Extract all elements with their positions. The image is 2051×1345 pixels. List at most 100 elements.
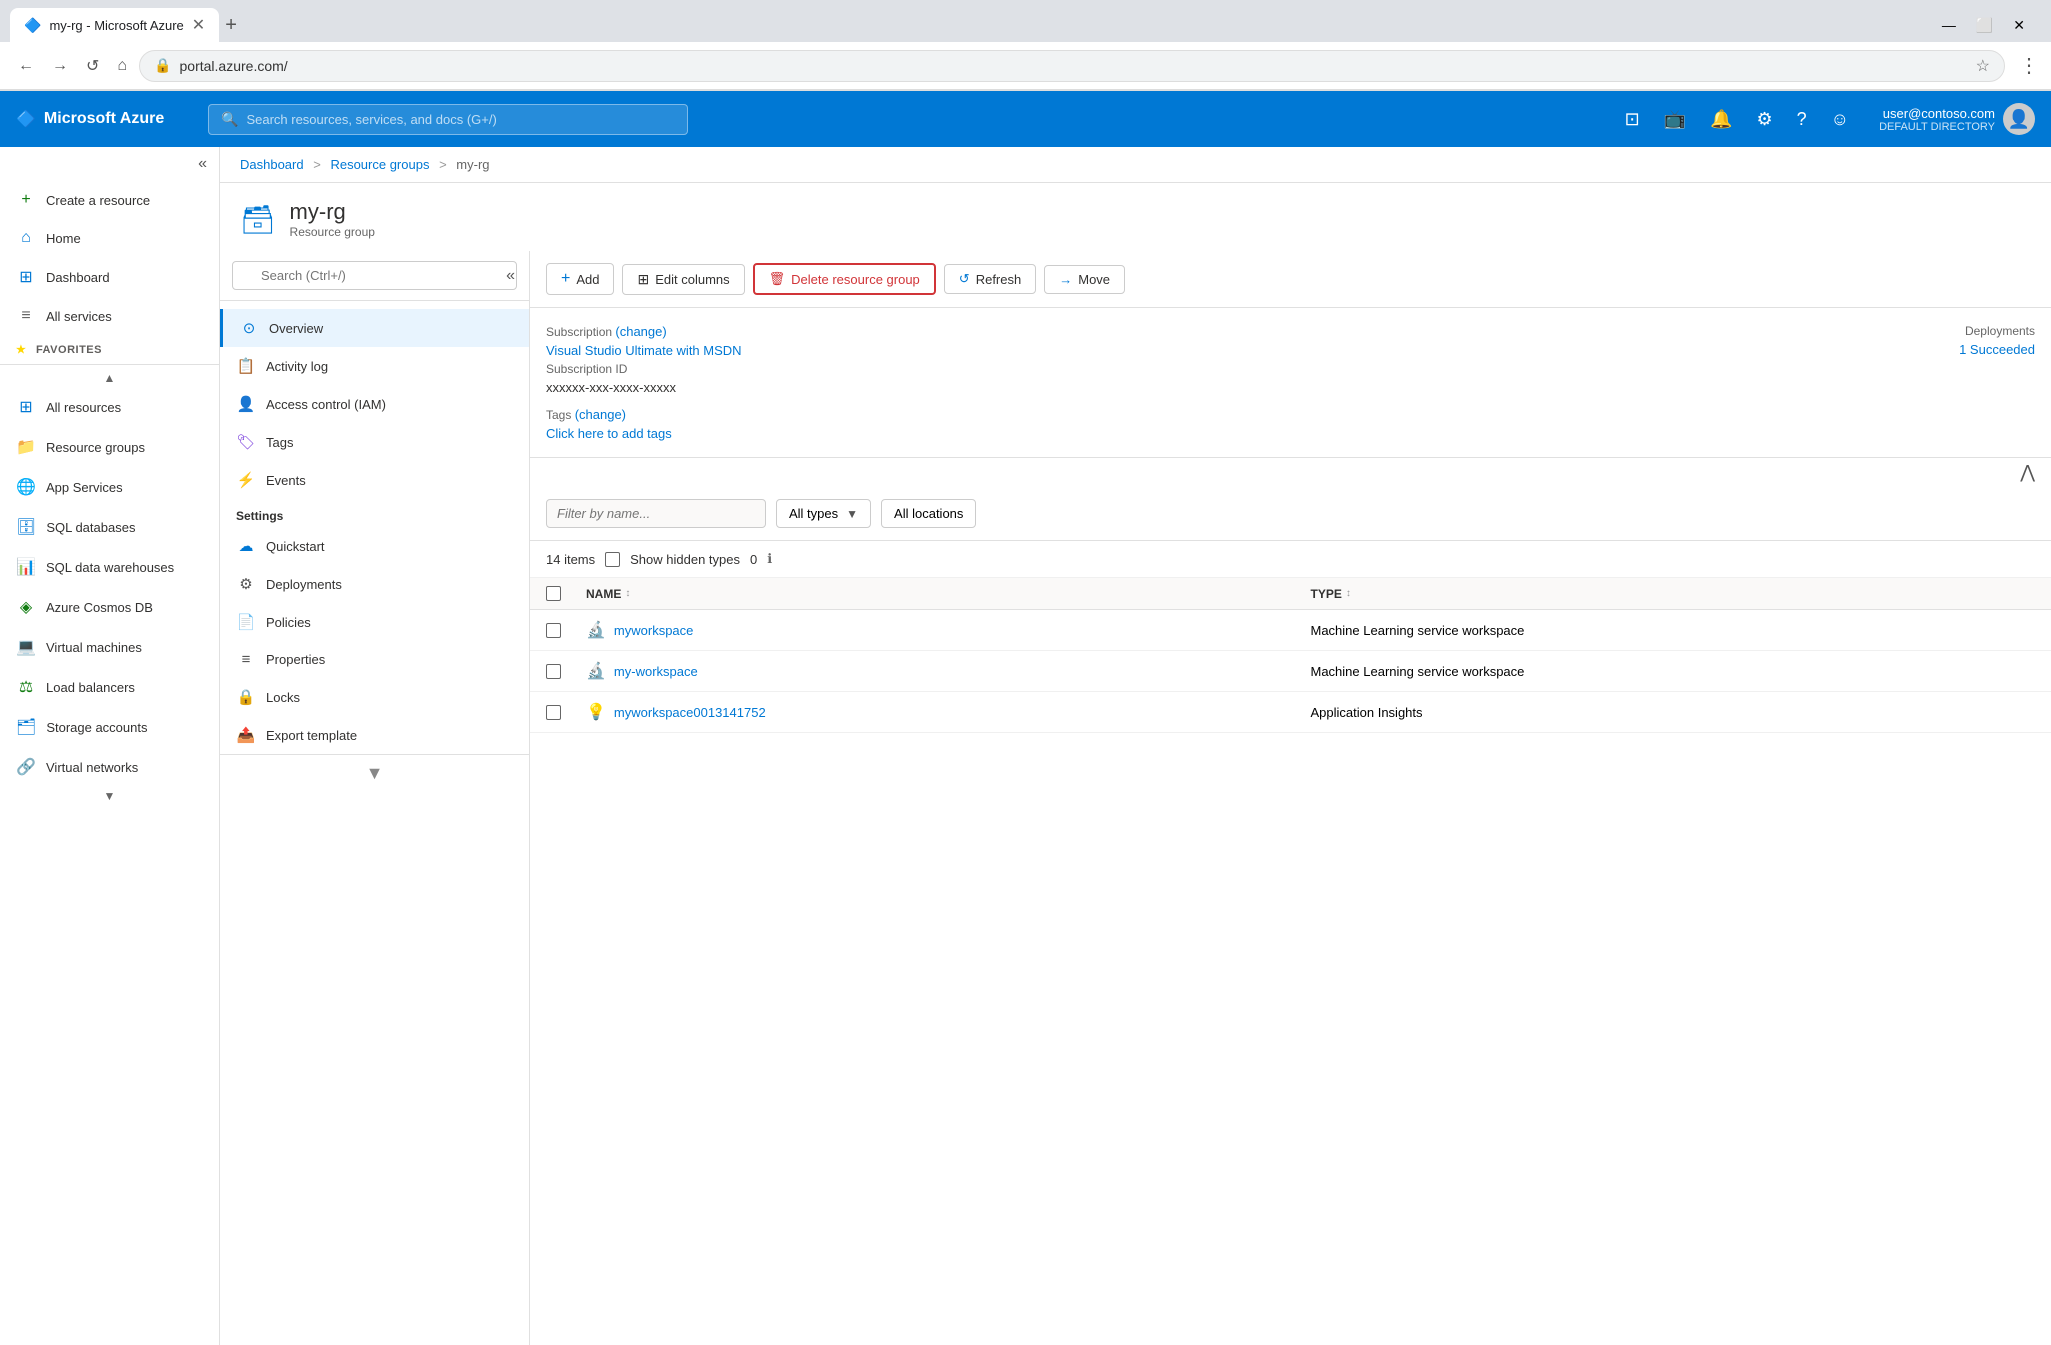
azure-brand-name: Microsoft Azure <box>44 110 164 128</box>
cloud-shell-button[interactable]: ⊡ <box>1615 103 1650 136</box>
add-button[interactable]: + Add <box>546 263 614 295</box>
nav-search-input[interactable] <box>232 261 517 290</box>
azure-avatar[interactable]: 👤 <box>2003 103 2035 135</box>
edit-columns-button[interactable]: ⊞ Edit columns <box>622 264 744 295</box>
sidebar-scroll-up[interactable]: ▲ <box>0 369 219 387</box>
browser-menu-button[interactable]: ⋮ <box>2019 53 2039 78</box>
azure-topbar: 🔷 Microsoft Azure 🔍 ⊡ 📺 🔔 ⚙ ? ☺ user@con… <box>0 91 2051 147</box>
window-minimize-button[interactable]: — <box>1934 13 1964 37</box>
nav-item-locks[interactable]: 🔒 Locks <box>220 678 529 716</box>
sidebar-item-all-resources[interactable]: ⊞ All resources <box>0 387 219 427</box>
nav-item-deployments-label: Deployments <box>266 577 342 592</box>
sidebar-sql-databases-label: SQL databases <box>46 520 135 535</box>
nav-item-policies[interactable]: 📄 Policies <box>220 603 529 641</box>
notifications-button[interactable]: 🔔 <box>1700 103 1742 136</box>
refresh-button[interactable]: ↺ Refresh <box>944 264 1036 294</box>
delete-resource-group-button[interactable]: 🗑 Delete resource group <box>753 263 936 295</box>
window-close-button[interactable]: ✕ <box>2005 13 2033 38</box>
nav-item-access-control[interactable]: 👤 Access control (IAM) <box>220 385 529 423</box>
window-maximize-button[interactable]: ⬜ <box>1968 13 2001 38</box>
nav-item-activity-log-label: Activity log <box>266 359 328 374</box>
breadcrumb-resource-groups[interactable]: Resource groups <box>330 157 429 172</box>
nav-item-events[interactable]: ⚡ Events <box>220 461 529 499</box>
show-hidden-checkbox[interactable] <box>605 552 620 567</box>
sidebar-scroll-down[interactable]: ▼ <box>0 787 219 805</box>
sidebar-item-sql-data-warehouses[interactable]: 📊 SQL data warehouses <box>0 547 219 587</box>
sidebar-item-load-balancers[interactable]: ⚖ Load balancers <box>0 667 219 707</box>
forward-button[interactable]: → <box>46 53 74 79</box>
new-tab-button[interactable]: + <box>225 14 237 37</box>
nav-item-overview[interactable]: ⊙ Overview <box>220 309 529 347</box>
azure-logo[interactable]: 🔷 Microsoft Azure <box>16 109 196 129</box>
azure-user-profile[interactable]: user@contoso.com DEFAULT DIRECTORY 👤 <box>1879 103 2035 135</box>
sidebar-item-virtual-machines[interactable]: 💻 Virtual machines <box>0 627 219 667</box>
filter-name-input[interactable] <box>546 499 766 528</box>
nav-item-export-template[interactable]: 📤 Export template <box>220 716 529 754</box>
deployments-value-link[interactable]: 1 Succeeded <box>1295 342 2036 357</box>
nav-panel-collapse-button[interactable]: « <box>502 265 519 287</box>
nav-item-quickstart[interactable]: ☁ Quickstart <box>220 527 529 565</box>
cosmos-db-icon: ◈ <box>16 597 36 617</box>
nav-item-properties[interactable]: ≡ Properties <box>220 641 529 678</box>
deployments-section: Deployments 1 Succeeded <box>1295 324 2036 441</box>
sidebar-item-create-resource[interactable]: + Create a resource <box>0 181 219 219</box>
azure-search-bar[interactable]: 🔍 <box>208 104 688 135</box>
sidebar: « + Create a resource ⌂ Home ⊞ Dashboard… <box>0 147 220 1345</box>
sidebar-item-sql-databases[interactable]: 🗄 SQL databases <box>0 507 219 547</box>
nav-scroll-down-button[interactable]: ▼ <box>220 754 529 792</box>
help-button[interactable]: ? <box>1787 103 1817 136</box>
nav-item-activity-log[interactable]: 📋 Activity log <box>220 347 529 385</box>
move-button[interactable]: → Move <box>1044 265 1125 294</box>
sidebar-item-cosmos-db[interactable]: ◈ Azure Cosmos DB <box>0 587 219 627</box>
nav-item-tags[interactable]: 🏷 Tags <box>220 423 529 461</box>
resource-name-label-3: myworkspace0013141752 <box>614 705 766 720</box>
row-checkbox-3[interactable] <box>546 705 586 720</box>
row-checkbox-1[interactable] <box>546 623 586 638</box>
virtual-networks-icon: 🔗 <box>16 757 36 777</box>
resource-name-myworkspace[interactable]: 🔬 myworkspace <box>586 620 1311 640</box>
resource-type-1: Machine Learning service workspace <box>1311 623 2036 638</box>
delete-label: Delete resource group <box>791 272 920 287</box>
portal-button[interactable]: 📺 <box>1654 103 1696 136</box>
sidebar-item-all-services[interactable]: ≡ All services <box>0 297 219 335</box>
table-select-all-checkbox[interactable] <box>546 586 586 601</box>
name-column-header[interactable]: NAME ↕ <box>586 586 1311 601</box>
sidebar-item-storage-accounts[interactable]: 🗂 Storage accounts <box>0 707 219 747</box>
reload-button[interactable]: ↺ <box>80 52 105 80</box>
subscription-change-link[interactable]: (change) <box>615 324 666 339</box>
address-bar[interactable]: 🔒 ☆ <box>139 50 2005 82</box>
sidebar-item-app-services[interactable]: 🌐 App Services <box>0 467 219 507</box>
items-count: 14 items <box>546 552 595 567</box>
dashboard-icon: ⊞ <box>16 267 36 287</box>
tags-change-link[interactable]: (change) <box>575 407 626 422</box>
show-hidden-label: Show hidden types <box>630 552 740 567</box>
settings-button[interactable]: ⚙ <box>1747 103 1783 136</box>
subscription-value-link[interactable]: Visual Studio Ultimate with MSDN <box>546 343 1287 358</box>
favorite-star-icon[interactable]: ☆ <box>1976 56 1990 76</box>
resource-type-3: Application Insights <box>1311 705 2036 720</box>
sidebar-item-resource-groups[interactable]: 📁 Resource groups <box>0 427 219 467</box>
create-resource-icon: + <box>16 191 36 209</box>
azure-search-input[interactable] <box>246 112 675 127</box>
type-column-header[interactable]: TYPE ↕ <box>1311 586 2036 601</box>
back-button[interactable]: ← <box>12 53 40 79</box>
collapse-info-button[interactable]: ⋀ <box>530 458 2051 487</box>
filter-location-select[interactable]: All locations <box>881 499 976 528</box>
address-input[interactable] <box>180 58 1968 74</box>
resource-group-title-block: my-rg Resource group <box>290 199 375 239</box>
sidebar-item-home[interactable]: ⌂ Home <box>0 219 219 257</box>
browser-tab[interactable]: 🔷 my-rg - Microsoft Azure ✕ <box>10 8 219 42</box>
tab-close-button[interactable]: ✕ <box>192 15 205 35</box>
breadcrumb-dashboard[interactable]: Dashboard <box>240 157 304 172</box>
sidebar-item-dashboard[interactable]: ⊞ Dashboard <box>0 257 219 297</box>
home-button[interactable]: ⌂ <box>111 53 133 79</box>
add-tags-link[interactable]: Click here to add tags <box>546 426 1287 441</box>
row-checkbox-2[interactable] <box>546 664 586 679</box>
sidebar-item-virtual-networks[interactable]: 🔗 Virtual networks <box>0 747 219 787</box>
resource-name-my-workspace[interactable]: 🔬 my-workspace <box>586 661 1311 681</box>
sidebar-collapse-button[interactable]: « <box>186 147 219 181</box>
nav-item-deployments[interactable]: ⚙ Deployments <box>220 565 529 603</box>
resource-name-myworkspace0013141752[interactable]: 💡 myworkspace0013141752 <box>586 702 1311 722</box>
feedback-button[interactable]: ☺ <box>1821 103 1859 136</box>
filter-type-select[interactable]: All types ▼ <box>776 499 871 528</box>
